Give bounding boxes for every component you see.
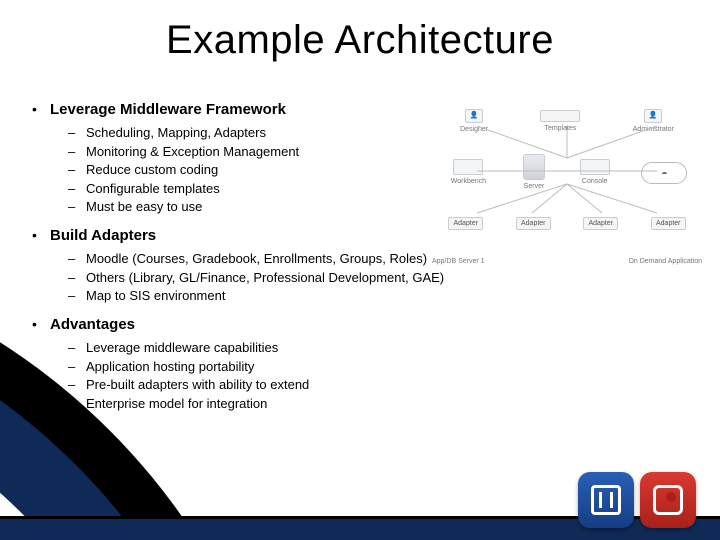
bullet: Enterprise model for integration bbox=[68, 395, 428, 413]
bullet: Leverage middleware capabilities bbox=[68, 339, 428, 357]
diagram-footer-left: App/DB Server 1 bbox=[432, 258, 485, 265]
architecture-diagram: 👤 Designer Templates 👤 Administrator Wor… bbox=[432, 96, 702, 251]
bullet: Reduce custom coding bbox=[68, 161, 428, 179]
diagram-label: Designer bbox=[456, 124, 492, 135]
bullet: Pre-built adapters with ability to exten… bbox=[68, 376, 428, 394]
bullet: Monitoring & Exception Management bbox=[68, 143, 428, 161]
diagram-label: Templates bbox=[540, 123, 580, 134]
logo-group bbox=[578, 472, 696, 528]
bullet: Application hosting portability bbox=[68, 358, 428, 376]
diagram-row-top: 👤 Designer Templates 👤 Administrator bbox=[432, 96, 702, 147]
diagram-label: Server bbox=[520, 181, 549, 192]
section-heading: Advantages bbox=[50, 315, 428, 335]
adapter-node: Adapter bbox=[448, 217, 483, 230]
bullet: Configurable templates bbox=[68, 180, 428, 198]
bullet: Scheduling, Mapping, Adapters bbox=[68, 124, 428, 142]
diagram-label: Console bbox=[578, 176, 612, 187]
diagram-footer: App/DB Server 1 On Demand Application bbox=[432, 258, 702, 265]
adapter-node: Adapter bbox=[651, 217, 686, 230]
diagram-row-bottom: Adapter Adapter Adapter Adapter bbox=[432, 198, 702, 249]
bullet: Must be easy to use bbox=[68, 198, 428, 216]
server-icon bbox=[523, 154, 545, 180]
section-heading: Leverage Middleware Framework bbox=[50, 100, 428, 120]
adapter-node: Adapter bbox=[583, 217, 618, 230]
logo-red-icon bbox=[640, 472, 696, 528]
slide: Example Architecture Leverage Middleware… bbox=[0, 0, 720, 540]
section-middleware: Leverage Middleware Framework Scheduling… bbox=[28, 100, 428, 216]
adapter-node: Adapter bbox=[516, 217, 551, 230]
diagram-label: Workbench bbox=[447, 176, 490, 187]
slide-title: Example Architecture bbox=[0, 18, 720, 63]
section-advantages: Advantages Leverage middleware capabilit… bbox=[28, 315, 428, 412]
workbench-icon bbox=[453, 159, 483, 175]
bullet: Map to SIS environment bbox=[68, 287, 548, 305]
console-icon bbox=[580, 159, 610, 175]
templates-icon bbox=[540, 110, 580, 122]
slide-body: Leverage Middleware Framework Scheduling… bbox=[28, 100, 428, 422]
diagram-label: Administrator bbox=[629, 124, 678, 135]
person-icon: 👤 bbox=[465, 109, 483, 123]
person-icon: 👤 bbox=[644, 109, 662, 123]
diagram-footer-right: On Demand Application bbox=[628, 258, 702, 265]
logo-blue-icon bbox=[578, 472, 634, 528]
bullet: Others (Library, GL/Finance, Professiona… bbox=[68, 269, 548, 287]
diagram-row-mid: Workbench Server Console ☁ bbox=[432, 147, 702, 198]
cloud-icon: ☁ bbox=[641, 162, 687, 184]
